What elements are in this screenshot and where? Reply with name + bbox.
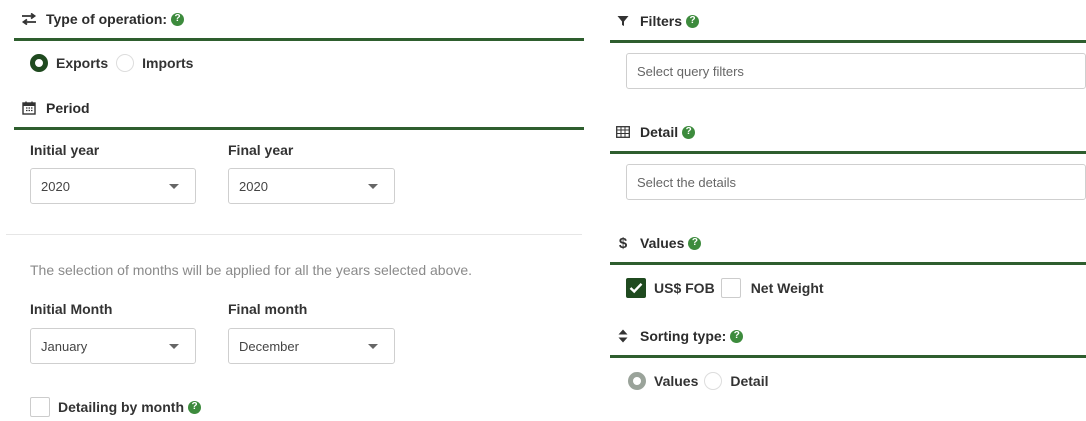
swap-arrows-icon (20, 13, 38, 25)
chevron-down-icon (169, 344, 179, 349)
initial-year-value: 2020 (41, 178, 70, 194)
chevron-down-icon (169, 184, 179, 189)
help-icon[interactable]: ? (682, 125, 696, 139)
table-grid-icon (614, 126, 632, 138)
radio-exports[interactable] (30, 54, 48, 72)
final-month-select[interactable]: December (228, 328, 395, 364)
operation-radio-group: Exports Imports (30, 54, 193, 72)
radio-sort-detail-label: Detail (730, 373, 769, 389)
section-divider (610, 151, 1086, 154)
final-year-select[interactable]: 2020 (228, 168, 395, 204)
funnel-icon (614, 15, 632, 27)
dollar-icon: $ (618, 234, 628, 252)
section-divider (14, 38, 584, 41)
help-icon[interactable]: ? (171, 12, 185, 26)
query-filters-placeholder: Select query filters (637, 63, 744, 79)
values-checkbox-group: US$ FOB Net Weight (626, 278, 824, 298)
detailing-by-month-checkbox[interactable] (30, 397, 50, 417)
initial-year-label: Initial year (30, 142, 100, 158)
radio-imports[interactable] (116, 54, 135, 72)
checkmark-icon (629, 282, 643, 294)
net-weight-checkbox[interactable] (720, 278, 741, 298)
query-filters-input[interactable]: Select query filters (626, 53, 1086, 89)
section-divider (610, 355, 1086, 358)
radio-sort-detail[interactable] (704, 372, 723, 390)
values-title: Values (640, 235, 685, 251)
detailing-by-month-label: Detailing by month (58, 399, 184, 415)
operation-title: Type of operation: (46, 11, 168, 27)
help-icon[interactable]: ? (188, 400, 201, 414)
period-title: Period (46, 100, 90, 116)
detailing-by-month-row: Detailing by month ? (30, 397, 201, 417)
radio-sort-values[interactable] (628, 372, 646, 390)
sorting-header: Sorting type: ? (614, 325, 744, 347)
section-divider (14, 127, 584, 130)
initial-month-select[interactable]: January (30, 328, 196, 364)
filters-title: Filters (640, 13, 683, 29)
help-icon[interactable]: ? (686, 14, 700, 28)
radio-imports-label: Imports (142, 55, 194, 71)
final-month-value: December (239, 338, 299, 354)
initial-month-label: Initial Month (30, 301, 113, 317)
thin-divider (6, 234, 582, 235)
radio-sort-values-label: Values (654, 373, 699, 389)
help-icon[interactable]: ? (688, 236, 702, 250)
initial-year-select[interactable]: 2020 (30, 168, 196, 204)
help-icon[interactable]: ? (730, 329, 744, 343)
sort-icon (614, 329, 632, 343)
chevron-down-icon (368, 184, 378, 189)
sorting-radio-group: Values Detail (628, 372, 769, 390)
initial-month-value: January (41, 338, 88, 354)
months-note: The selection of months will be applied … (30, 262, 473, 278)
final-year-value: 2020 (239, 178, 268, 194)
final-month-label: Final month (228, 301, 308, 317)
usd-fob-label: US$ FOB (654, 280, 715, 296)
calendar-icon (20, 101, 38, 115)
details-input[interactable]: Select the details (626, 164, 1086, 200)
section-divider (610, 262, 1086, 265)
detail-title: Detail (640, 124, 679, 140)
detail-header: Detail ? (614, 121, 696, 143)
final-year-label: Final year (228, 142, 294, 158)
period-header: Period (20, 97, 90, 119)
operation-header: Type of operation: ? (20, 8, 185, 30)
usd-fob-checkbox[interactable] (626, 278, 646, 298)
net-weight-label: Net Weight (750, 280, 824, 296)
details-placeholder: Select the details (637, 174, 737, 190)
sorting-title: Sorting type: (640, 328, 727, 344)
radio-exports-label: Exports (56, 55, 109, 71)
chevron-down-icon (368, 344, 378, 349)
section-divider (610, 40, 1086, 43)
values-header: $ Values ? (614, 232, 702, 254)
filters-header: Filters ? (614, 10, 700, 32)
